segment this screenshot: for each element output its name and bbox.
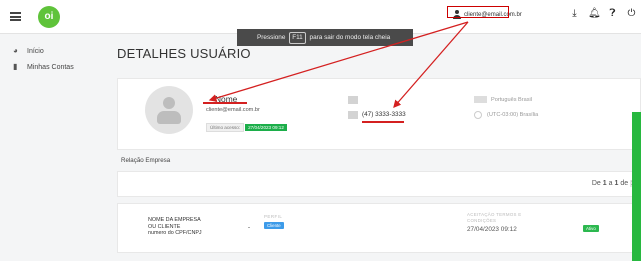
terms-label-2: CONDIÇÕES [467, 217, 497, 223]
profile-badge: Cliente [264, 222, 284, 229]
annotation-underline-phone [362, 121, 404, 123]
top-icons: ⤓ 🔔︎ ❓︎ ⏻ [569, 8, 637, 19]
user-details-card: Nome cliente@email.com.br Último acesso:… [117, 78, 641, 150]
pager-bar: De 1 a 1 de 1 [117, 171, 641, 197]
company-line3: numero do CPF/CNPJ [148, 230, 202, 236]
dashboard-icon: ◕ [13, 46, 18, 55]
sidebar: ◕ Início ▮ Minhas Contas [0, 35, 106, 261]
pager-page: 1 [602, 180, 607, 187]
contact-info: (47) 3333-3333 [348, 92, 406, 122]
page-title: DETALHES USUÁRIO [117, 46, 251, 61]
annotation-box [447, 6, 509, 18]
fullscreen-toast: Pressione F11 para sair do modo tela che… [237, 29, 413, 46]
language: Português Brasil [491, 96, 533, 103]
profile-label: PERFIL [264, 214, 283, 219]
language-row: Português Brasil [474, 92, 538, 107]
phone-number: (47) 3333-3333 [362, 111, 406, 118]
email-row [348, 92, 406, 107]
avatar [145, 86, 193, 134]
toast-text-before: Pressione [257, 34, 286, 41]
company-row[interactable]: NOME DA EMPRESA OU CLIENTE numero do CPF… [117, 203, 641, 253]
pager-sep: a [608, 180, 613, 187]
phone-icon [348, 110, 358, 119]
status-badge: Ativo [583, 225, 599, 232]
company-line1: NOME DA EMPRESA [148, 217, 201, 223]
terms-date: 27/04/2023 09:12 [467, 226, 517, 233]
toast-text-after: para sair do modo tela cheia [309, 34, 391, 41]
mail-icon [348, 95, 358, 104]
help-icon[interactable]: ❓︎ [607, 8, 618, 19]
bell-icon[interactable]: 🔔︎ [588, 8, 601, 19]
flag-icon [474, 96, 487, 103]
toast-key: F11 [289, 32, 306, 44]
pager-prefix: De [591, 180, 601, 187]
user-email-detail: cliente@email.com.br [206, 107, 260, 113]
terms-label: ACEITAÇÃO TERMOS E CONDIÇÕES [467, 212, 522, 223]
sidebar-item-label: Início [27, 47, 44, 55]
power-icon[interactable]: ⏻ [626, 8, 637, 19]
clock-icon [474, 110, 482, 119]
last-access-value: 27/04/2023 09:12 [245, 124, 287, 131]
locale-info: Português Brasil (UTC-03:00) Brasília [474, 92, 538, 122]
side-feedback-tab[interactable] [632, 112, 641, 261]
company-name: NOME DA EMPRESA OU CLIENTE numero do CPF… [148, 217, 202, 237]
sidebar-item-minhas-contas[interactable]: ▮ Minhas Contas [0, 59, 106, 75]
last-access: Último acesso: 27/04/2023 09:12 [206, 123, 287, 132]
menu-icon[interactable] [10, 12, 21, 21]
last-access-label: Último acesso: [206, 123, 245, 132]
pagination: De 1 a 1 de 1 [592, 180, 636, 187]
terms-label-1: ACEITAÇÃO TERMOS E [467, 212, 522, 217]
pager-total: 1 [614, 180, 619, 187]
oi-logo[interactable]: oi [38, 6, 60, 28]
timezone: (UTC-03:00) Brasília [487, 111, 539, 118]
phone-row: (47) 3333-3333 [348, 107, 406, 122]
file-icon: ▮ [13, 62, 18, 71]
download-icon[interactable]: ⤓ [569, 8, 580, 19]
pager-sep2: de [620, 180, 629, 187]
sidebar-item-inicio[interactable]: ◕ Início [0, 43, 106, 59]
relation-title: Relação Empresa [121, 157, 171, 164]
separator [248, 227, 250, 228]
timezone-row: (UTC-03:00) Brasília [474, 107, 538, 122]
annotation-underline-name [203, 102, 247, 104]
sidebar-item-label: Minhas Contas [27, 63, 74, 71]
